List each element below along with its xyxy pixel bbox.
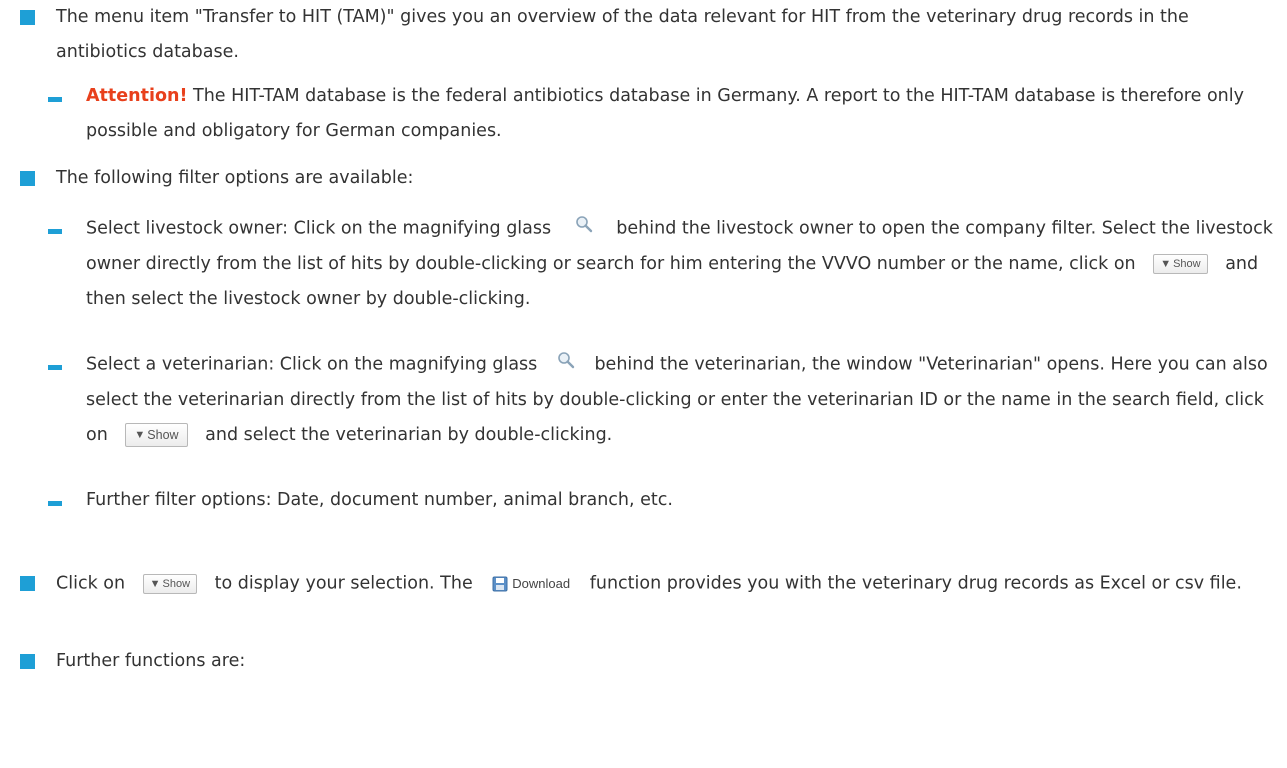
filter-icon: ▼ <box>1160 257 1172 270</box>
further-filters-text: Further filter options: Date, document n… <box>86 490 673 510</box>
attention-text: The HIT-TAM database is the federal anti… <box>86 86 1244 141</box>
show-button[interactable]: ▼ Show <box>142 573 198 594</box>
intro-text: The menu item "Transfer to HIT (TAM)" gi… <box>56 7 1189 62</box>
bullet-square <box>20 10 35 25</box>
bullet-square <box>20 171 35 186</box>
livestock-owner-paragraph: Select livestock owner: Click on the mag… <box>86 211 1279 317</box>
show-button-label: Show <box>147 427 179 442</box>
display-text-3: function provides you with the veterinar… <box>589 573 1242 594</box>
filters-heading-text: The following filter options are availab… <box>56 168 414 188</box>
functions-heading: Further functions are: <box>56 644 1279 679</box>
magnifying-glass-icon[interactable] <box>575 211 593 246</box>
functions-heading-text: Further functions are: <box>56 651 246 671</box>
filter-icon: ▼ <box>149 577 161 590</box>
bullet-dash <box>48 365 62 370</box>
filter-icon: ▼ <box>134 428 146 441</box>
show-button-label: Show <box>162 577 191 590</box>
bullet-square <box>20 576 35 591</box>
vet-text-1: Select a veterinarian: Click on the magn… <box>86 354 538 375</box>
attention-paragraph: Attention! The HIT-TAM database is the f… <box>86 79 1279 149</box>
magnifying-glass-icon[interactable] <box>557 347 575 382</box>
vet-text-3: and select the veterinarian by double-cl… <box>205 424 613 445</box>
veterinarian-paragraph: Select a veterinarian: Click on the magn… <box>86 347 1279 453</box>
bullet-dash <box>48 97 62 102</box>
filters-heading: The following filter options are availab… <box>56 161 1279 196</box>
show-button[interactable]: ▼ Show <box>125 422 188 447</box>
bullet-square <box>20 654 35 669</box>
intro-paragraph: The menu item "Transfer to HIT (TAM)" gi… <box>56 0 1279 70</box>
save-icon <box>492 576 508 591</box>
show-button[interactable]: ▼ Show <box>1153 253 1208 274</box>
owner-text-1: Select livestock owner: Click on the mag… <box>86 218 552 239</box>
download-button[interactable]: Download <box>492 566 570 601</box>
display-text-2: to display your selection. The <box>214 573 473 594</box>
download-button-label: Download <box>512 576 571 591</box>
bullet-dash <box>48 229 62 234</box>
display-text-1: Click on <box>56 573 126 594</box>
show-button-label: Show <box>1173 257 1201 270</box>
attention-label: Attention! <box>86 86 188 106</box>
display-paragraph: Click on ▼ Show to display your selection… <box>56 566 1279 602</box>
bullet-dash <box>48 501 62 506</box>
further-filters-paragraph: Further filter options: Date, document n… <box>86 483 1279 518</box>
